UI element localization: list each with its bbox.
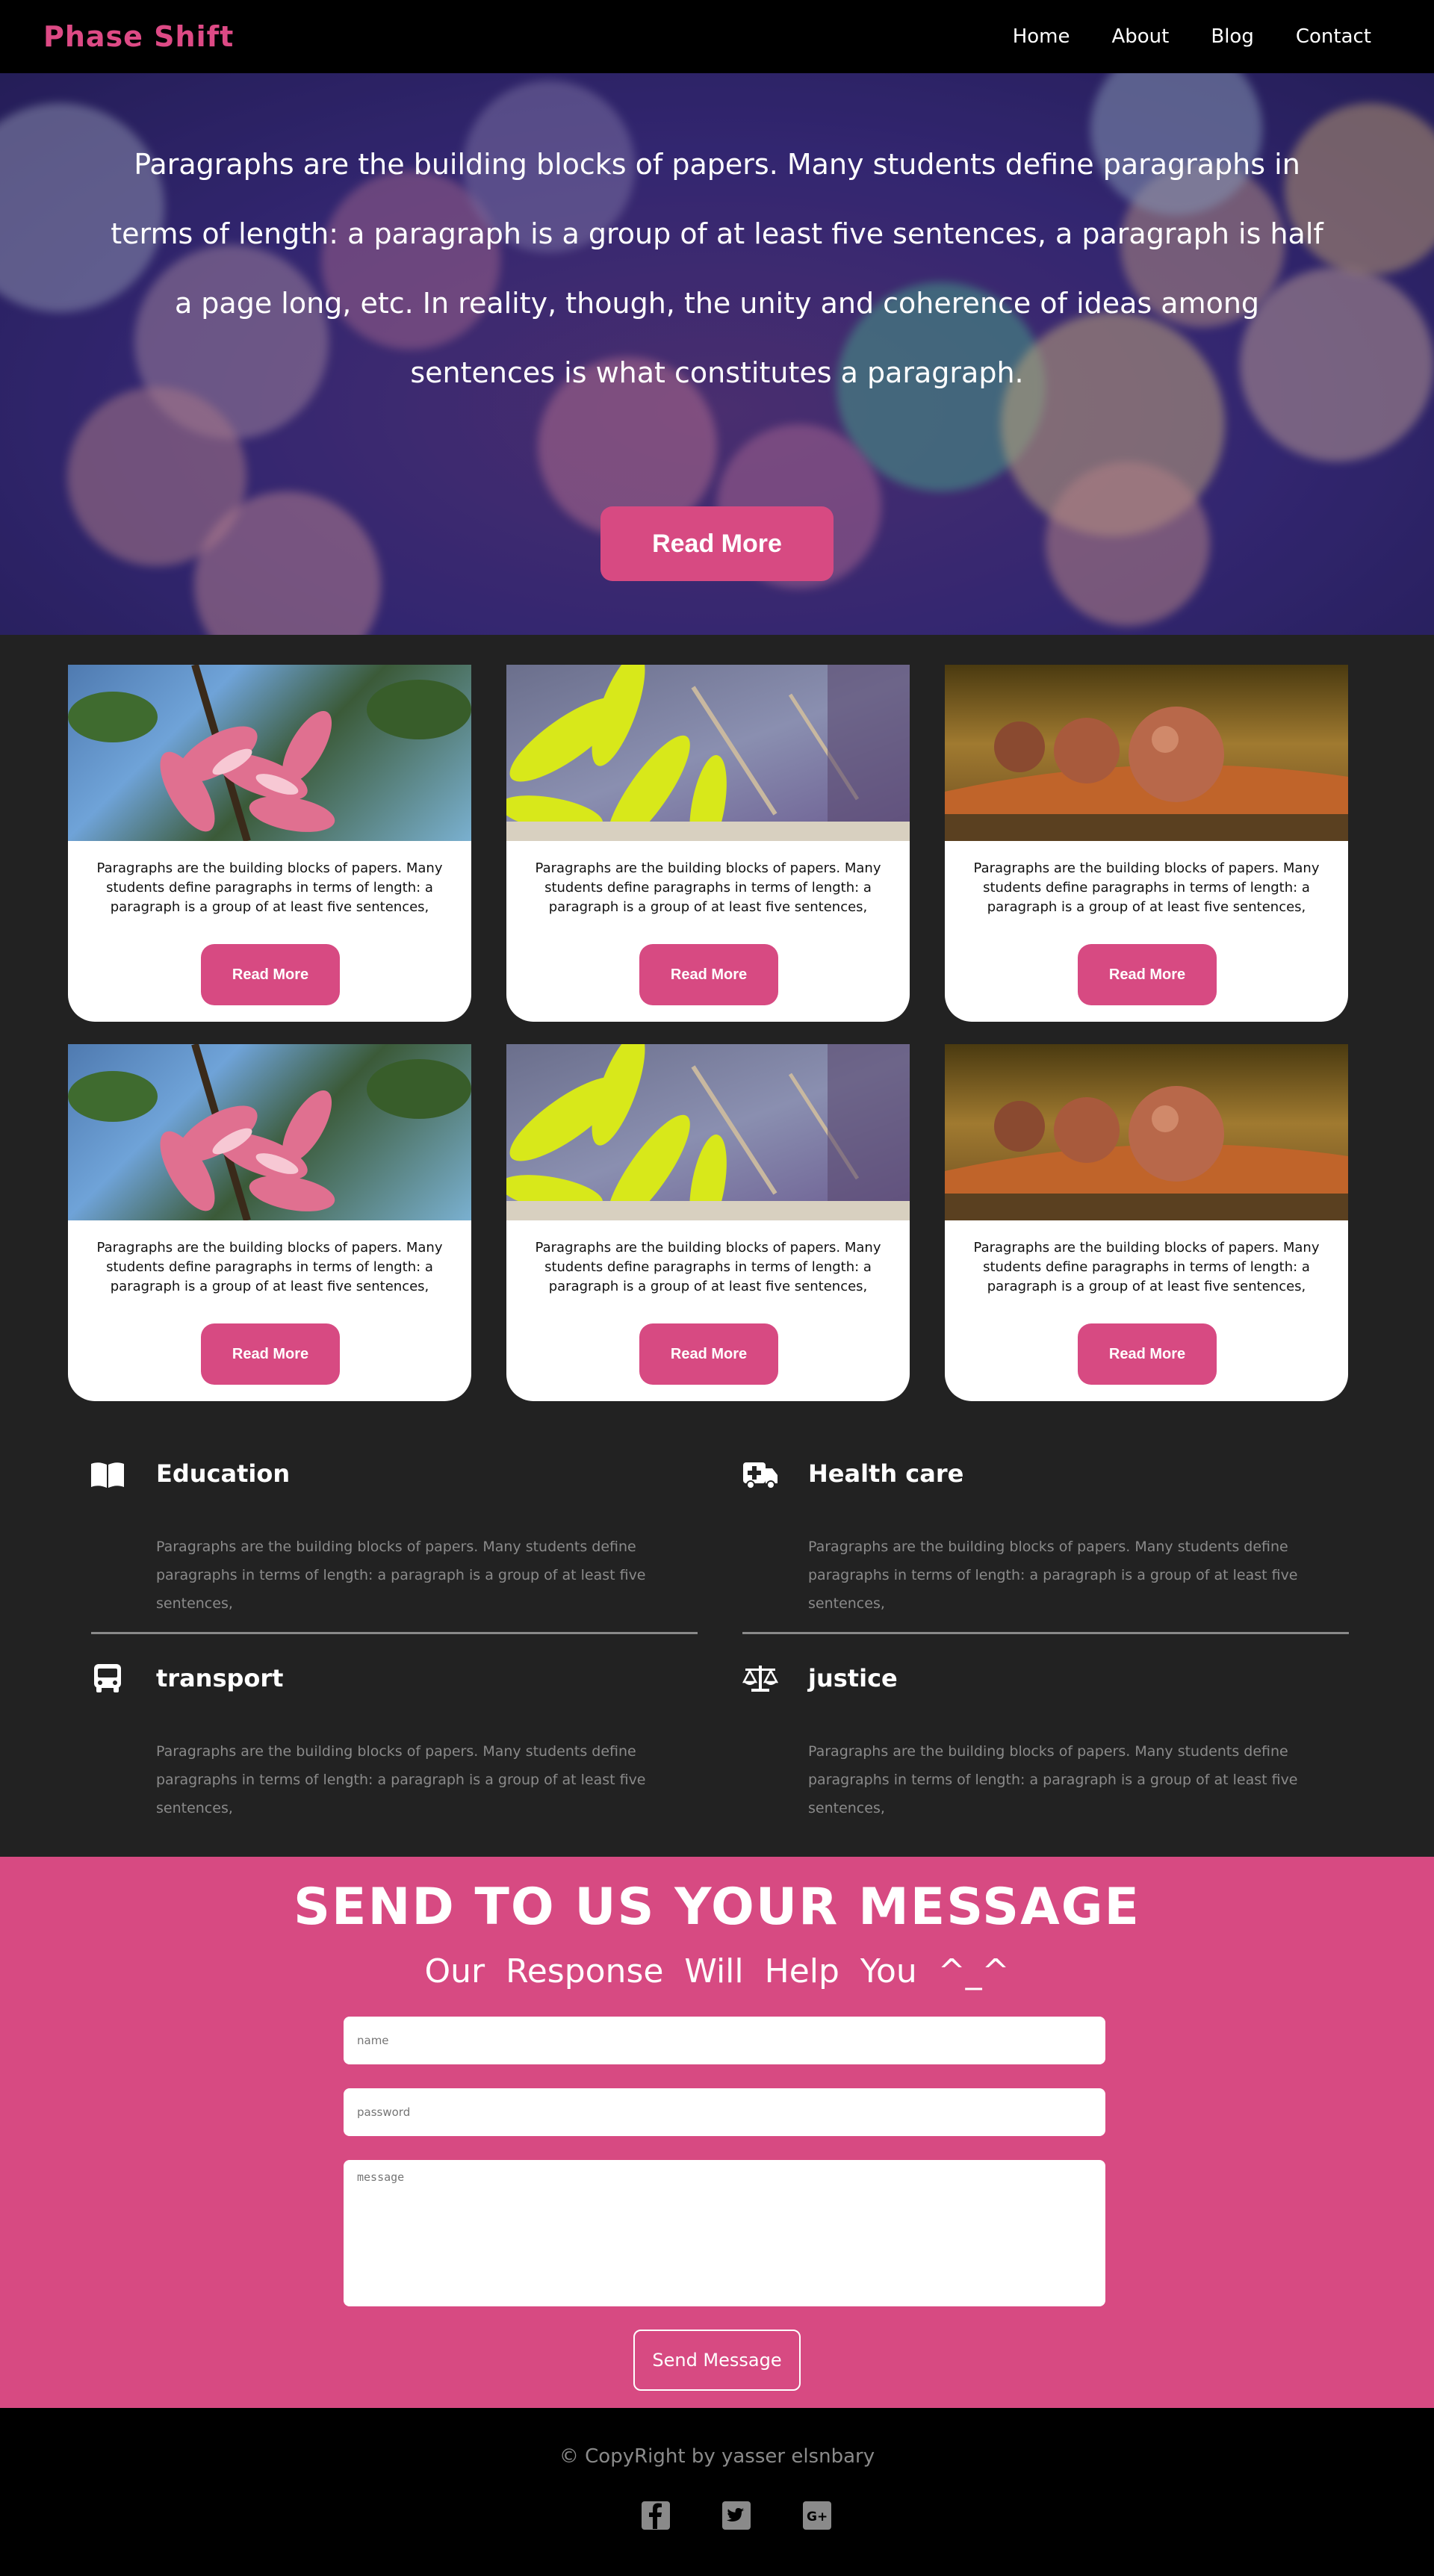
feature-title-transport: transport [156, 1664, 284, 1692]
card-read-more-button[interactable]: Read More [1078, 1323, 1217, 1385]
book-icon [91, 1462, 124, 1488]
card-read-more-button[interactable]: Read More [201, 1323, 340, 1385]
brown-spheres-image [945, 665, 1348, 841]
nav-link-about[interactable]: About [1111, 25, 1169, 48]
copyright-text: © CopyRight by yasser elsnbary [559, 2445, 875, 2468]
send-message-button[interactable]: Send Message [633, 2330, 801, 2391]
ambulance-icon [743, 1462, 777, 1489]
nav-link-contact[interactable]: Contact [1296, 25, 1371, 48]
contact-section: SEND TO US YOUR MESSAGE Our Response Wil… [0, 1857, 1434, 2408]
pink-flowers-image [68, 665, 471, 841]
card-text: Paragraphs are the building blocks of pa… [535, 860, 881, 915]
site-logo[interactable]: Phase Shift [43, 20, 234, 53]
yellow-leaves-image [506, 1044, 910, 1220]
facebook-icon[interactable] [641, 2501, 671, 2530]
contact-title: SEND TO US YOUR MESSAGE [294, 1878, 1140, 1937]
card: Paragraphs are the building blocks of pa… [945, 1044, 1348, 1401]
name-input[interactable] [344, 2017, 1105, 2064]
card-read-more-button[interactable]: Read More [1078, 944, 1217, 1005]
card: Paragraphs are the building blocks of pa… [945, 665, 1348, 1022]
feature-title-justice: justice [808, 1664, 898, 1692]
feature-divider [91, 1632, 698, 1634]
bus-icon [94, 1664, 121, 1692]
feature-text-education: Paragraphs are the building blocks of pa… [156, 1539, 646, 1612]
yellow-leaves-image [506, 665, 910, 841]
card-text: Paragraphs are the building blocks of pa… [96, 1240, 443, 1294]
svg-text:G+: G+ [807, 2510, 828, 2524]
top-navbar: Phase Shift Home About Blog Contact [0, 0, 1434, 73]
card: Paragraphs are the building blocks of pa… [68, 1044, 471, 1401]
hero-read-more-button[interactable]: Read More [600, 506, 834, 581]
brown-spheres-image [945, 1044, 1348, 1220]
feature-title-health-care: Health care [808, 1459, 964, 1488]
nav-link-home[interactable]: Home [1013, 25, 1070, 48]
footer: © CopyRight by yasser elsnbary G+ [0, 2408, 1434, 2576]
feature-text-justice: Paragraphs are the building blocks of pa… [808, 1743, 1298, 1816]
card: Paragraphs are the building blocks of pa… [68, 665, 471, 1022]
nav-link-blog[interactable]: Blog [1211, 25, 1253, 48]
card-text: Paragraphs are the building blocks of pa… [535, 1240, 881, 1294]
feature-title-education: Education [156, 1459, 291, 1488]
password-input[interactable] [344, 2088, 1105, 2136]
balance-scale-icon [742, 1666, 778, 1692]
card-text: Paragraphs are the building blocks of pa… [973, 860, 1320, 915]
card: Paragraphs are the building blocks of pa… [506, 665, 910, 1022]
twitter-icon[interactable] [721, 2501, 751, 2530]
hero-paragraph: Paragraphs are the building blocks of pa… [111, 148, 1323, 389]
cards-section: Paragraphs are the building blocks of pa… [0, 635, 1434, 1418]
google-plus-icon[interactable]: G+ [802, 2501, 832, 2530]
feature-text-health-care: Paragraphs are the building blocks of pa… [808, 1539, 1298, 1612]
card-read-more-button[interactable]: Read More [201, 944, 340, 1005]
contact-subtitle: Our Response Will Help You ^_^ [424, 1952, 1010, 1990]
features-section: Education Paragraphs are the building bl… [0, 1418, 1434, 1857]
feature-text-transport: Paragraphs are the building blocks of pa… [156, 1743, 646, 1816]
hero-section: Paragraphs are the building blocks of pa… [0, 73, 1434, 635]
card: Paragraphs are the building blocks of pa… [506, 1044, 910, 1401]
message-textarea[interactable] [344, 2160, 1105, 2306]
card-read-more-button[interactable]: Read More [639, 944, 778, 1005]
card-read-more-button[interactable]: Read More [639, 1323, 778, 1385]
feature-divider [742, 1632, 1349, 1634]
card-text: Paragraphs are the building blocks of pa… [973, 1240, 1320, 1294]
nav-links: Home About Blog Contact [1013, 25, 1371, 48]
card-text: Paragraphs are the building blocks of pa… [96, 860, 443, 915]
pink-flowers-image [68, 1044, 471, 1220]
